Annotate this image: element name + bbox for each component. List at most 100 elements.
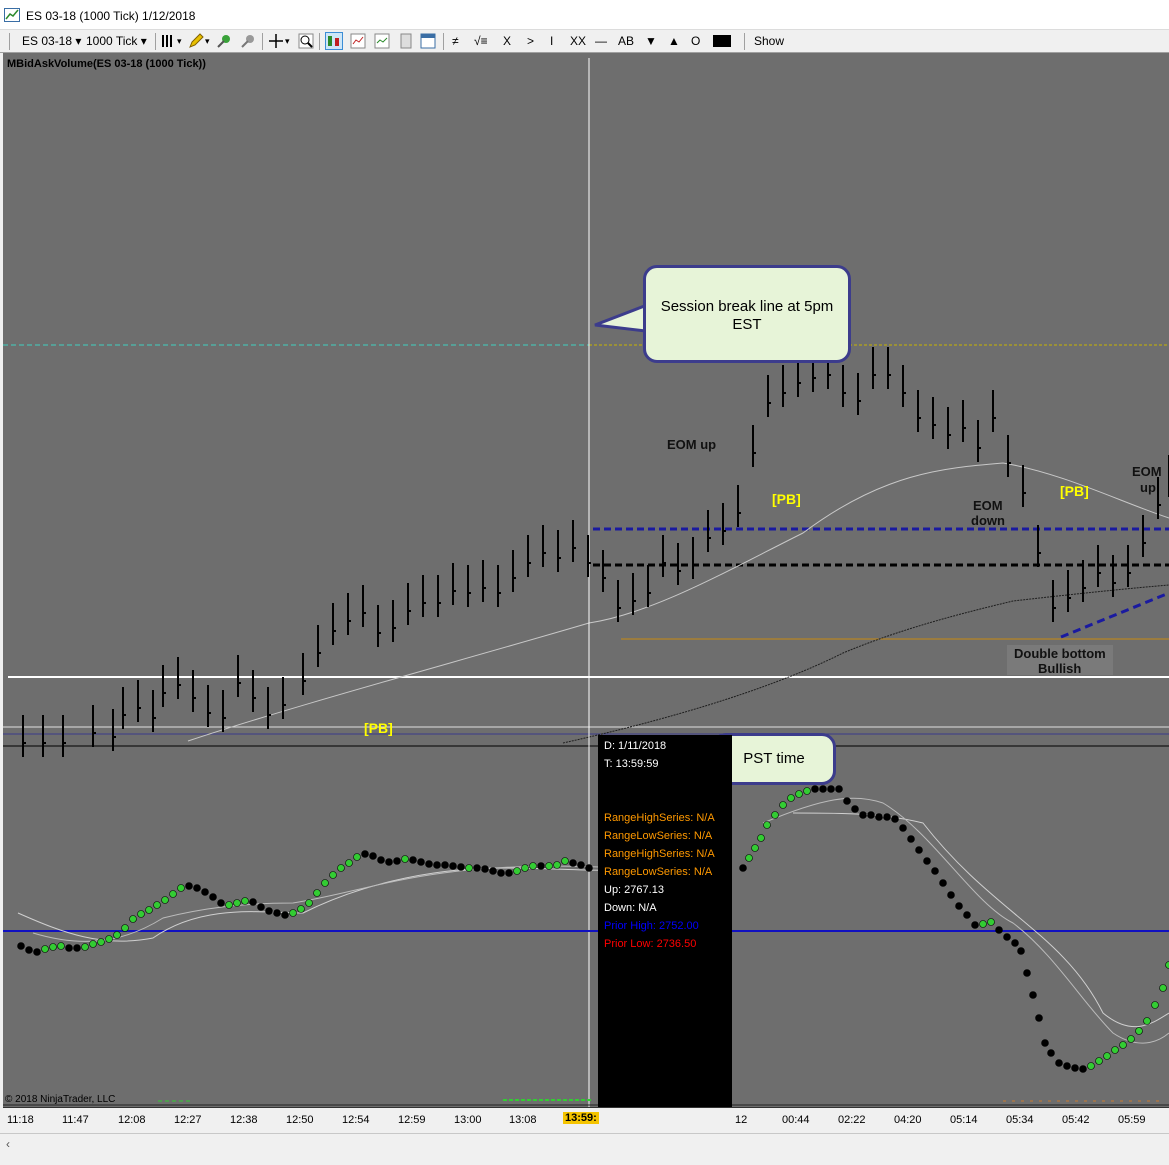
tooltip-prior-high: Prior High: 2752.00 xyxy=(604,920,699,932)
properties-icon[interactable] xyxy=(420,33,436,49)
toolbar-separator xyxy=(262,33,263,50)
x-tick: 05:59 xyxy=(1118,1114,1146,1126)
oscillator-dot xyxy=(81,943,89,951)
oscillator-dot xyxy=(771,811,779,819)
oscillator-dot xyxy=(1095,1057,1103,1065)
oscillator-dot xyxy=(433,861,441,869)
status-bar xyxy=(0,1155,1169,1165)
time-axis[interactable]: 11:18 11:47 12:08 12:27 12:38 12:50 12:5… xyxy=(3,1107,1169,1133)
oscillator-dot xyxy=(521,864,529,872)
oscillator-dot xyxy=(787,794,795,802)
horizontal-scrollbar[interactable]: ‹ xyxy=(0,1133,1169,1155)
oscillator-dot xyxy=(979,920,987,928)
toolbar-separator xyxy=(155,33,156,50)
zoom-icon[interactable] xyxy=(298,33,314,49)
crosshair-icon[interactable] xyxy=(268,33,284,49)
tool-o[interactable]: O xyxy=(691,33,700,50)
oscillator-dot xyxy=(457,863,465,871)
oscillator-dot xyxy=(265,907,273,915)
oscillator-dot xyxy=(811,785,819,793)
scroll-left-icon[interactable]: ‹ xyxy=(6,1137,10,1151)
tooltip-prior-low: Prior Low: 2736.50 xyxy=(604,938,697,950)
tool-greater[interactable]: > xyxy=(527,33,534,50)
oscillator-dot xyxy=(545,862,553,870)
color-swatch-icon[interactable] xyxy=(713,35,731,47)
x-tick: 05:14 xyxy=(950,1114,978,1126)
tooltip-range-low: RangeLowSeries: N/A xyxy=(604,830,713,842)
oscillator-dot xyxy=(751,844,759,852)
oscillator-dot xyxy=(569,859,577,867)
oscillator-dot xyxy=(939,879,947,887)
oscillator-dot xyxy=(329,871,337,879)
oscillator-dot xyxy=(971,921,979,929)
tool-not-equal[interactable]: ≠ xyxy=(452,33,459,50)
oscillator-dot xyxy=(1071,1064,1079,1072)
tool-xx[interactable]: XX xyxy=(570,33,586,50)
chevron-down-icon[interactable]: ▾ xyxy=(177,33,182,50)
toolbar-separator xyxy=(744,33,745,50)
oscillator-dot xyxy=(1023,969,1031,977)
unpin-icon[interactable] xyxy=(240,33,256,49)
x-tick: 00:44 xyxy=(782,1114,810,1126)
oscillator-dot xyxy=(947,891,955,899)
tooltip-range-high: RangeHighSeries: N/A xyxy=(604,812,715,824)
tool-i[interactable]: I xyxy=(550,33,553,50)
oscillator-dot xyxy=(313,889,321,897)
oscillator-dot xyxy=(819,785,827,793)
show-button[interactable]: Show xyxy=(754,33,784,50)
instrument-selector[interactable]: ES 03-18 ▾ xyxy=(22,33,81,50)
tool-ab[interactable]: AB xyxy=(618,33,634,50)
pencil-icon[interactable] xyxy=(188,33,204,49)
oscillator-dot xyxy=(915,846,923,854)
oscillator-dot xyxy=(1017,947,1025,955)
tool-sqrt[interactable]: √≡ xyxy=(474,33,488,50)
oscillator-dot xyxy=(401,855,409,863)
tooltip-up: Up: 2767.13 xyxy=(604,884,664,896)
strategies-icon[interactable] xyxy=(350,33,366,49)
double-bottom-box: Double bottom Bullish xyxy=(1007,645,1113,676)
oscillator-dot xyxy=(963,911,971,919)
data-box-icon[interactable] xyxy=(398,33,414,49)
oscillator-envelope xyxy=(17,812,1169,1028)
toolbar-separator xyxy=(319,33,320,50)
oscillator-dot xyxy=(561,857,569,865)
annotation-double-bottom: Double bottom xyxy=(1014,646,1106,661)
oscillator-dot xyxy=(1063,1062,1071,1070)
pin-icon[interactable] xyxy=(216,33,232,49)
annotation-pb: [PB] xyxy=(1060,483,1089,499)
oscillator-dot xyxy=(1047,1049,1055,1057)
oscillator-dot xyxy=(843,797,851,805)
oscillator-dot xyxy=(757,834,765,842)
interval-selector[interactable]: 1000 Tick ▾ xyxy=(86,33,147,50)
oscillator-dot xyxy=(129,915,137,923)
oscillator-dot xyxy=(377,856,385,864)
tool-down-arrow[interactable]: ▼ xyxy=(645,33,657,50)
x-tick: 12:08 xyxy=(118,1114,146,1126)
tool-up-arrow[interactable]: ▲ xyxy=(668,33,680,50)
oscillator-dot xyxy=(795,790,803,798)
oscillator-dot xyxy=(305,899,313,907)
chart-canvas[interactable] xyxy=(3,53,1169,1133)
bar-style-icon[interactable] xyxy=(160,33,176,49)
oscillator-dot xyxy=(41,945,49,953)
tool-x[interactable]: X xyxy=(503,33,511,50)
tooltip-range-low: RangeLowSeries: N/A xyxy=(604,866,713,878)
oscillator-dot xyxy=(273,909,281,917)
chart-area[interactable]: MBidAskVolume(ES 03-18 (1000 Tick)) EOM … xyxy=(3,53,1169,1133)
oscillator-dot xyxy=(1003,933,1011,941)
tool-dash[interactable]: — xyxy=(595,33,607,50)
oscillator-dot xyxy=(73,944,81,952)
x-tick: 12:38 xyxy=(230,1114,258,1126)
annotation-eom-down-line2: down xyxy=(971,513,1005,528)
oscillator-dot xyxy=(1079,1065,1087,1073)
oscillator-dot xyxy=(57,942,65,950)
indicators-icon[interactable] xyxy=(374,33,390,49)
oscillator-dot xyxy=(481,865,489,873)
oscillator-dot xyxy=(137,910,145,918)
chart-trader-icon[interactable] xyxy=(325,32,343,50)
oscillator-dot xyxy=(193,884,201,892)
chevron-down-icon[interactable]: ▾ xyxy=(205,33,210,50)
toolbar-separator xyxy=(443,33,444,50)
chevron-down-icon[interactable]: ▾ xyxy=(285,33,290,50)
toolbar-separator xyxy=(9,33,10,50)
